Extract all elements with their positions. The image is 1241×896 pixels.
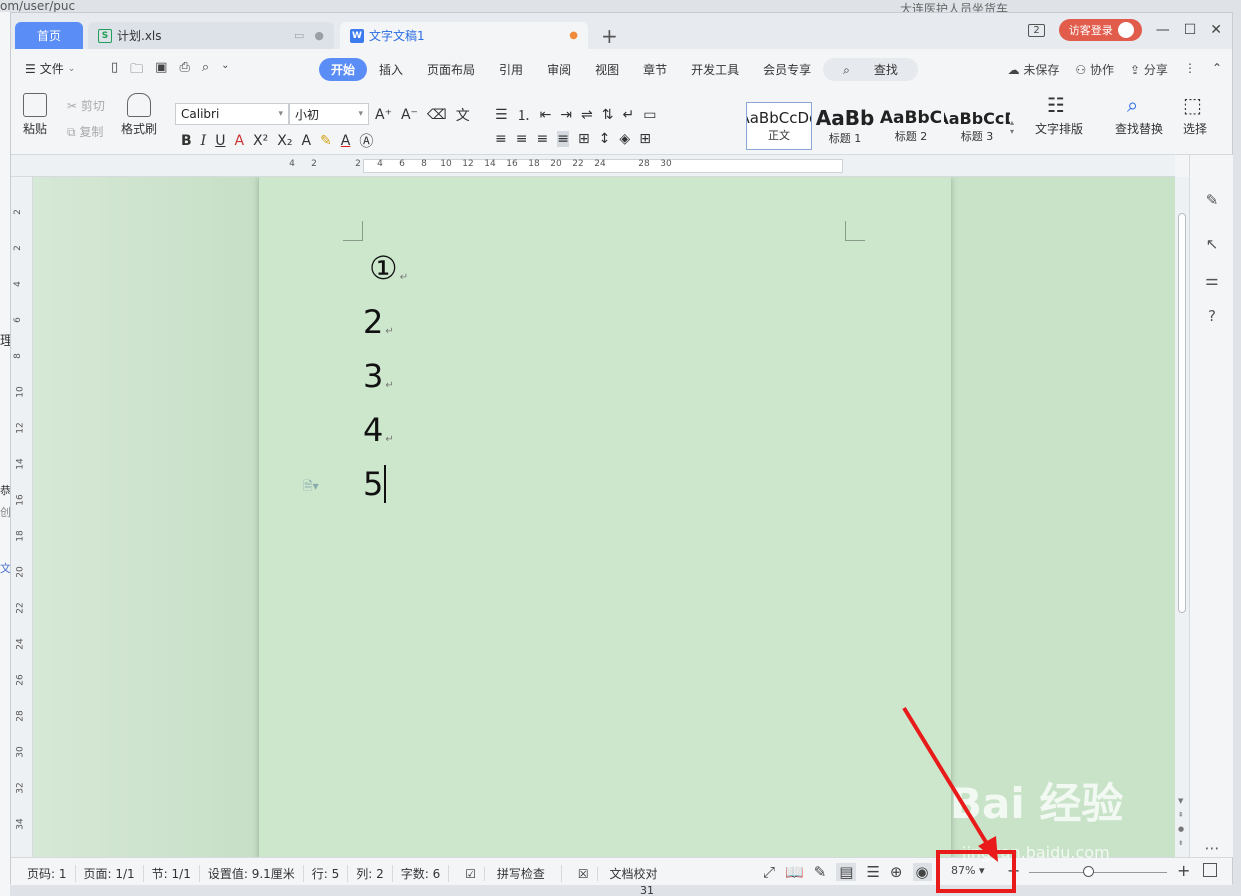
annotation-arrow <box>902 706 998 862</box>
zoom-highlight-box <box>936 850 1016 893</box>
background-number: 31 <box>640 884 654 896</box>
